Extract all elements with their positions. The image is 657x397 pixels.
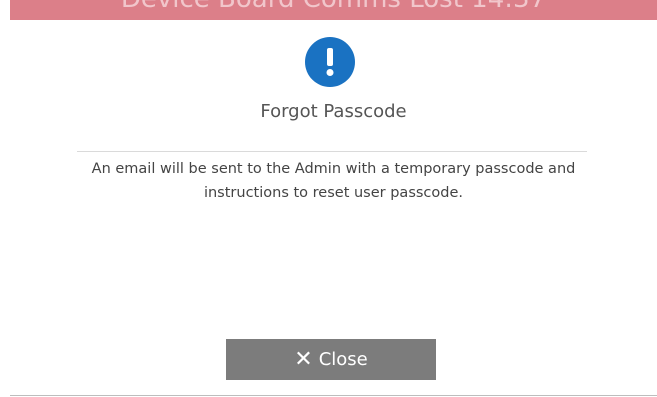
dialog-title: Forgot Passcode xyxy=(260,101,407,122)
forgot-passcode-dialog: Forgot Passcode An email will be sent to… xyxy=(10,20,657,397)
dialog-bottom-divider xyxy=(10,395,657,396)
exclamation-mark-glyph xyxy=(326,48,334,76)
close-button-label: Close xyxy=(318,349,368,370)
close-icon: ✕ xyxy=(294,346,313,372)
dialog-message: An email will be sent to the Admin with … xyxy=(91,161,576,201)
background-alarm-text: Device Board Comms Lost 14:37 xyxy=(10,0,657,14)
close-button[interactable]: ✕ Close xyxy=(226,339,436,380)
page: Device Board Comms Lost 14:37 Forgot Pas… xyxy=(0,0,657,397)
background-alarm-banner: Device Board Comms Lost 14:37 xyxy=(10,0,657,20)
title-divider xyxy=(77,151,587,152)
exclamation-circle-icon xyxy=(305,37,355,87)
